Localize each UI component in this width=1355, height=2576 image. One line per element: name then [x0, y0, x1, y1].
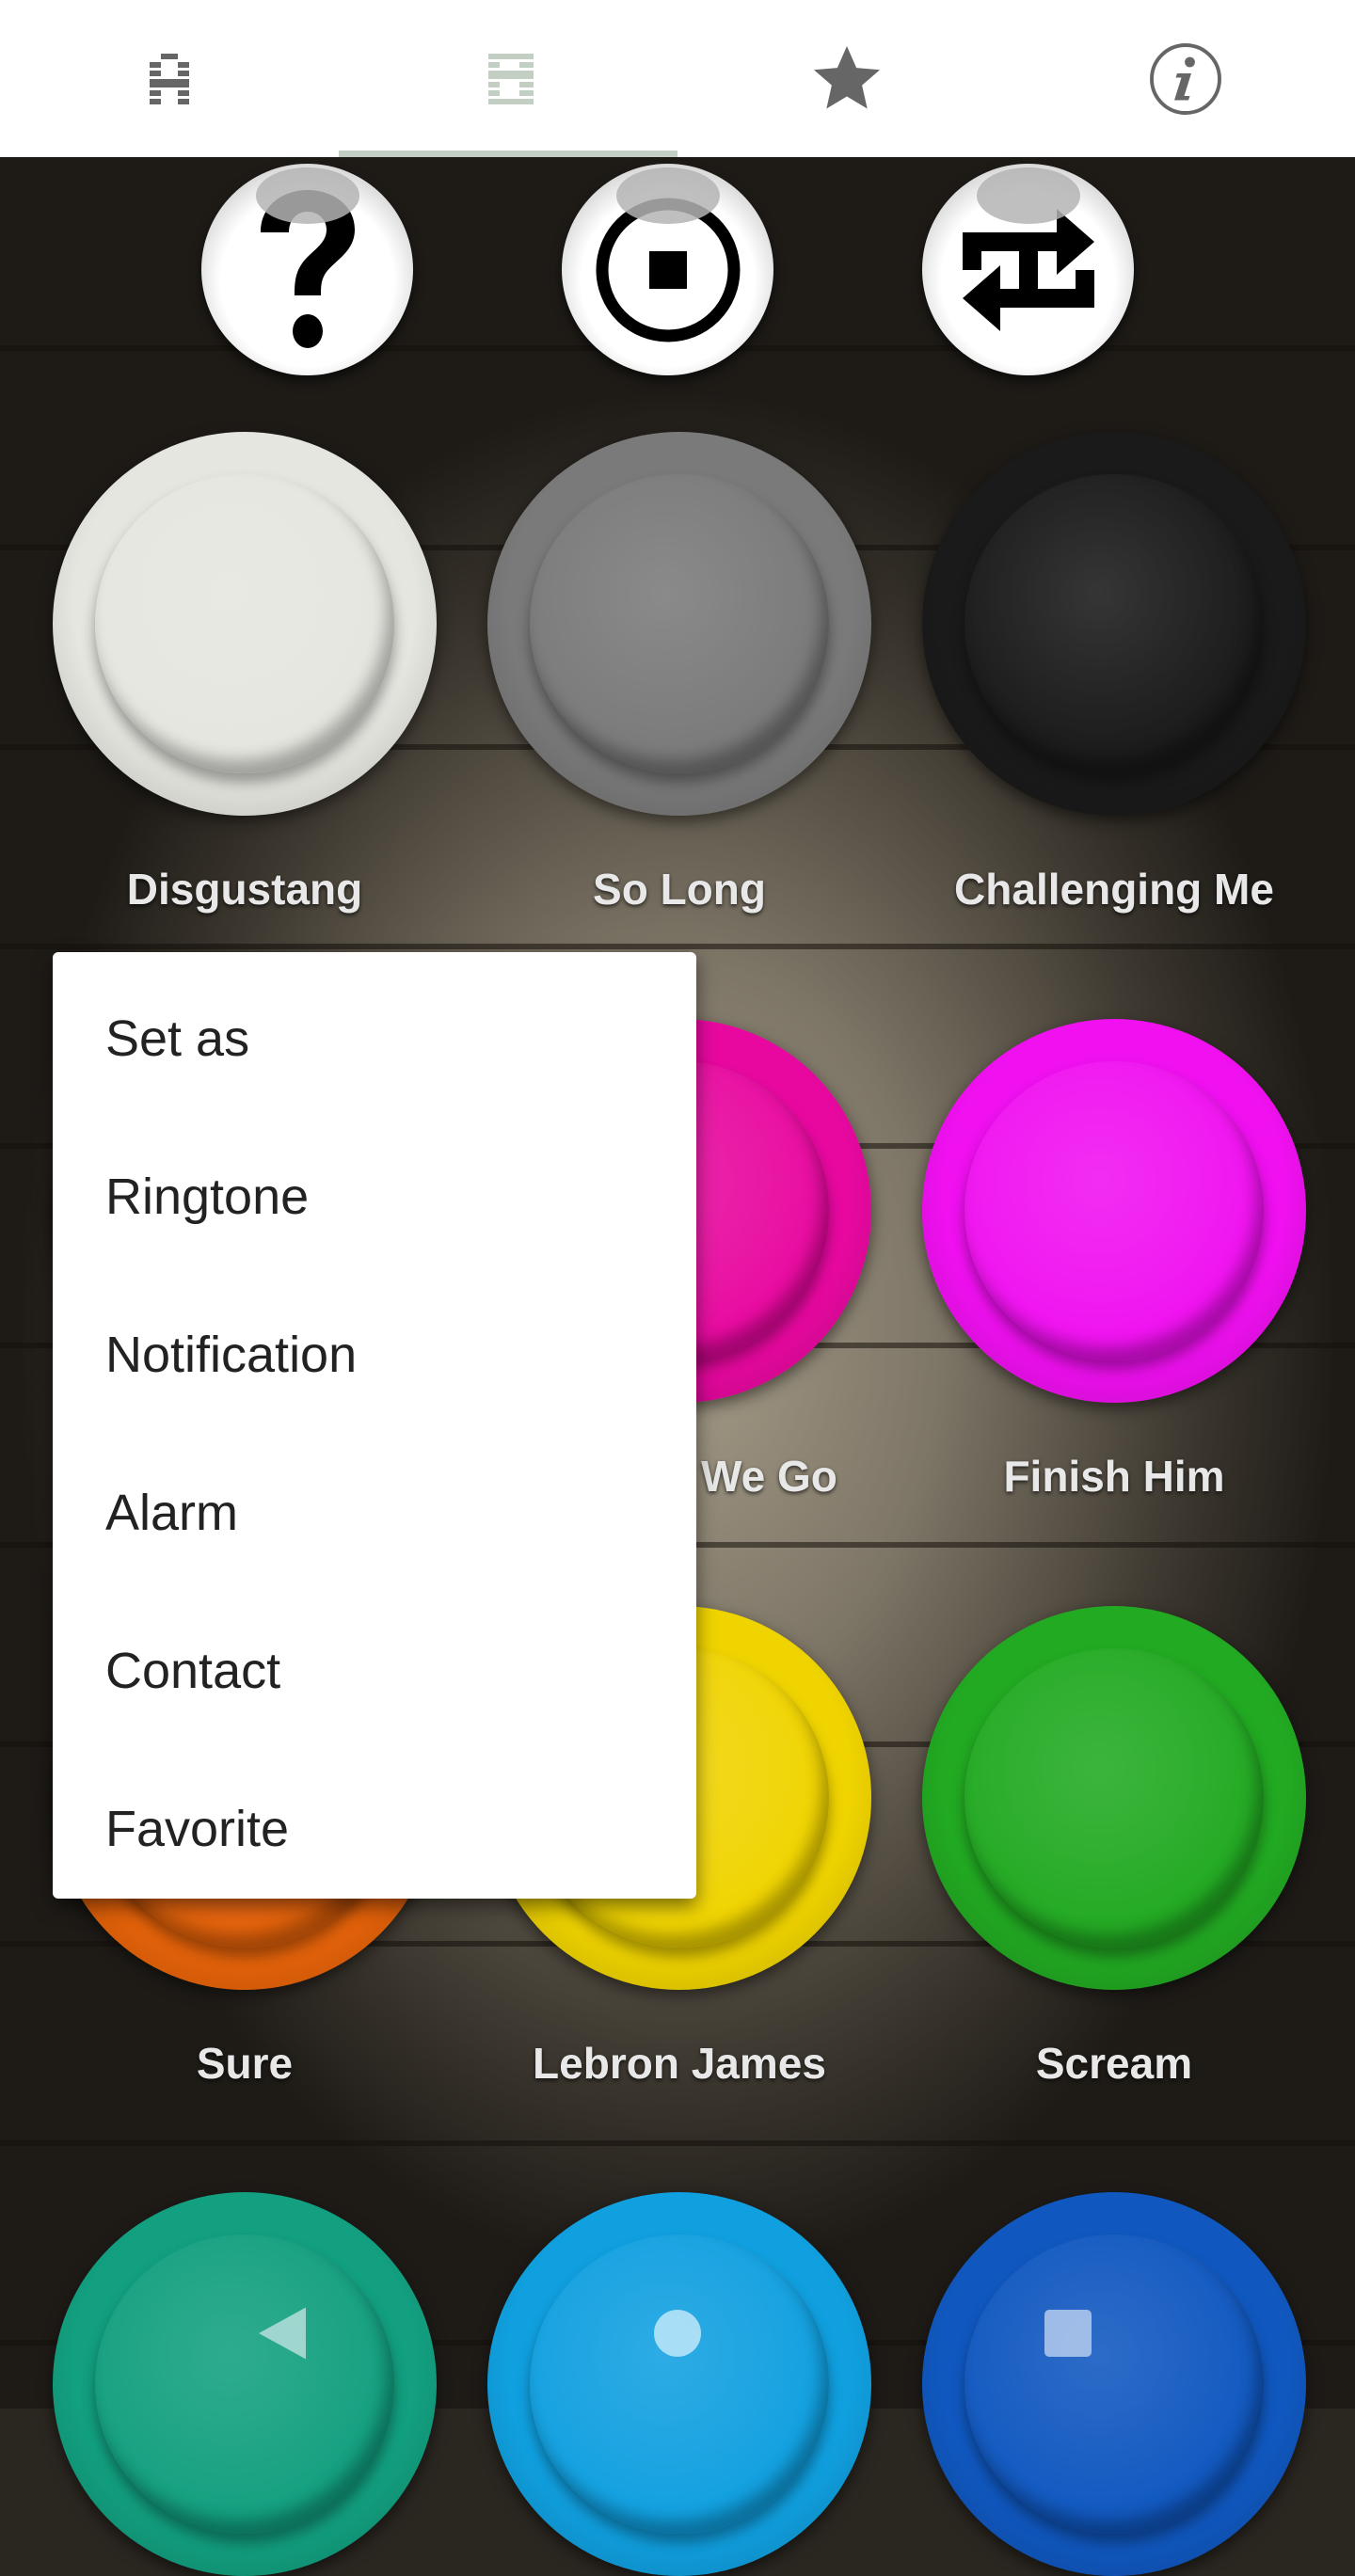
letter-a-icon [150, 53, 189, 104]
sound-label: Lebron James [533, 2039, 826, 2088]
tab-info[interactable] [1016, 0, 1355, 157]
tab-bar [0, 0, 1355, 157]
tab-b[interactable] [339, 0, 678, 157]
tab-a[interactable] [0, 0, 339, 157]
letter-b-icon [488, 53, 534, 104]
home-icon [654, 2310, 701, 2357]
recents-icon [1044, 2310, 1092, 2357]
star-icon [814, 45, 880, 108]
navigation-bar [0, 2258, 1355, 2409]
help-button[interactable] [201, 164, 413, 375]
sound-label: So Long [593, 865, 766, 914]
menu-item-favorite[interactable]: Favorite [53, 1750, 696, 1908]
sound-button[interactable] [53, 432, 437, 816]
stop-button[interactable] [562, 164, 773, 375]
sound-button[interactable] [922, 432, 1306, 816]
sound-label: Sure [196, 2039, 294, 2088]
active-tab-indicator [339, 151, 678, 157]
home-button[interactable] [649, 2305, 706, 2361]
tab-favorites[interactable] [678, 0, 1016, 157]
sound-label: Challenging Me [954, 865, 1274, 914]
info-icon [1150, 42, 1221, 115]
sound-label: We Go [701, 1452, 837, 1501]
menu-item-notification[interactable]: Notification [53, 1276, 696, 1434]
menu-title-set-as: Set as [105, 1010, 250, 1067]
recents-button[interactable] [1040, 2305, 1096, 2361]
sound-button[interactable] [487, 432, 871, 816]
sound-label: Disgustang [126, 865, 363, 914]
menu-item-contact[interactable]: Contact [53, 1592, 696, 1750]
sound-button[interactable] [922, 1606, 1306, 1990]
sound-button[interactable] [922, 1019, 1306, 1403]
sound-label: Finish Him [1003, 1452, 1225, 1501]
set-as-menu: Set as Ringtone Notification Alarm Conta… [53, 952, 696, 1899]
menu-item-alarm[interactable]: Alarm [53, 1434, 696, 1592]
back-icon [259, 2307, 306, 2360]
menu-item-ringtone[interactable]: Ringtone [53, 1118, 696, 1276]
sound-label: Scream [1035, 2039, 1193, 2088]
repeat-button[interactable] [922, 164, 1134, 375]
back-button[interactable] [254, 2305, 311, 2361]
